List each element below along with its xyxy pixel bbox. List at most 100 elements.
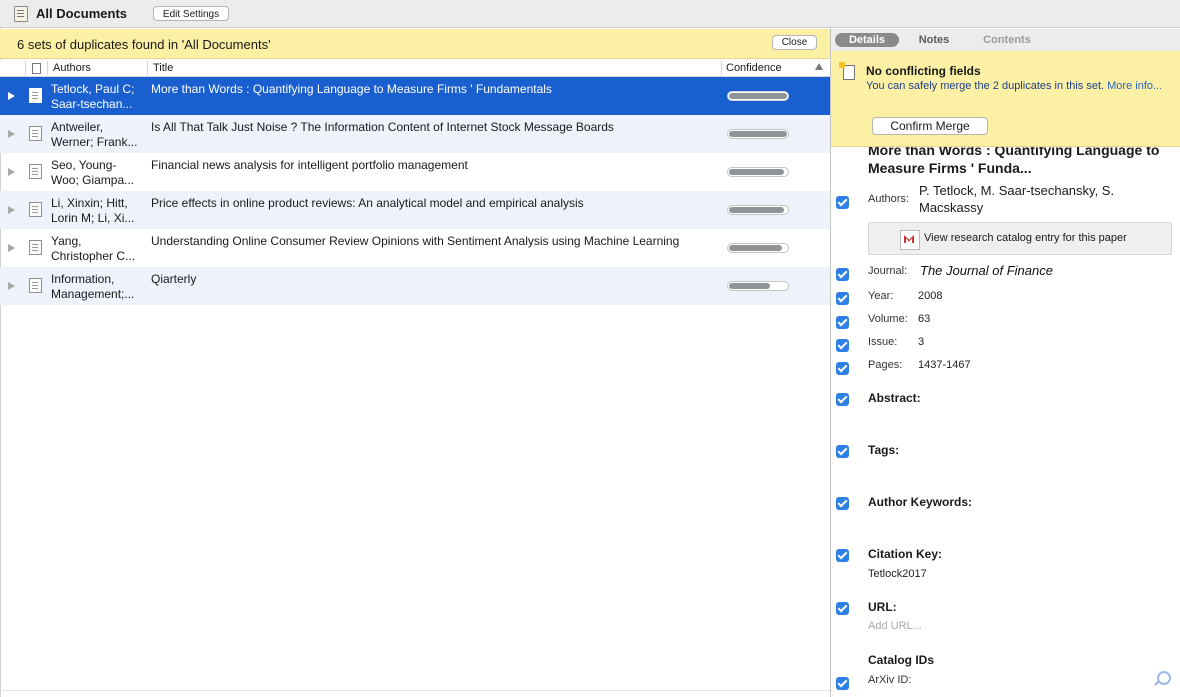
row-title: Understanding Online Consumer Review Opi…: [151, 234, 680, 248]
year-checkbox[interactable]: [836, 292, 849, 305]
confidence-bar: [727, 129, 789, 139]
column-divider: [25, 61, 26, 75]
confidence-bar: [727, 91, 789, 101]
authors-value[interactable]: P. Tetlock, M. Saar-tsechansky, S. Macsk…: [919, 182, 1169, 216]
row-title: Financial news analysis for intelligent …: [151, 158, 468, 172]
journal-checkbox[interactable]: [836, 268, 849, 281]
citation-key-value[interactable]: Tetlock2017: [868, 568, 927, 580]
url-label: URL:: [868, 600, 897, 614]
disclosure-triangle-icon[interactable]: [8, 206, 15, 214]
journal-value[interactable]: The Journal of Finance: [920, 263, 1053, 278]
table-row[interactable]: Antweiler, Werner; Frank... Is All That T…: [0, 115, 831, 153]
pages-checkbox[interactable]: [836, 362, 849, 375]
authors-checkbox[interactable]: [836, 196, 849, 209]
confidence-fill: [729, 283, 770, 289]
document-icon: [29, 164, 42, 179]
pages-value[interactable]: 1437-1467: [918, 359, 971, 371]
confidence-fill: [729, 207, 784, 213]
details-panel: More than Words : Quantifying Language t…: [831, 147, 1180, 697]
row-title: Is All That Talk Just Noise ? The Inform…: [151, 120, 614, 134]
document-icon: [29, 88, 42, 103]
document-icon: [29, 126, 42, 141]
edit-settings-button[interactable]: Edit Settings: [153, 6, 229, 21]
table-row[interactable]: Seo, Young- Woo; Giampa... Financial news…: [0, 153, 831, 191]
mendeley-icon: [900, 230, 920, 250]
detail-tabs: Details Notes Contents: [831, 29, 1180, 51]
confidence-bar: [727, 281, 789, 291]
row-title: Qiarterly: [151, 272, 197, 286]
issue-checkbox[interactable]: [836, 339, 849, 352]
table-row[interactable]: Information, Management;... Qiarterly: [0, 267, 831, 305]
tab-details[interactable]: Details: [835, 33, 899, 47]
note-icon: [839, 62, 855, 80]
confidence-bar: [727, 205, 789, 215]
arxiv-checkbox[interactable]: [836, 677, 849, 690]
page-title: All Documents: [36, 6, 128, 21]
tab-notes[interactable]: Notes: [909, 33, 959, 47]
catalog-entry-button[interactable]: View research catalog entry for this pap…: [868, 222, 1172, 255]
authors-label: Authors:: [868, 193, 909, 205]
paper-title[interactable]: More than Words : Quantifying Language t…: [868, 147, 1168, 177]
column-header-authors[interactable]: Authors: [53, 62, 91, 74]
document-type-icon[interactable]: [32, 63, 41, 74]
column-divider: [147, 61, 148, 75]
row-authors: Yang, Christopher C...: [51, 234, 136, 263]
year-value[interactable]: 2008: [918, 290, 942, 302]
pages-label: Pages:: [868, 359, 903, 371]
documents-icon: [14, 6, 28, 22]
search-icon[interactable]: [1157, 671, 1171, 685]
disclosure-triangle-icon[interactable]: [8, 130, 15, 138]
document-icon: [29, 202, 42, 217]
url-input[interactable]: Add URL...: [868, 620, 922, 632]
table-row[interactable]: Yang, Christopher C... Understanding Onli…: [0, 229, 831, 267]
notice-body: You can safely merge the 2 duplicates in…: [866, 80, 1163, 92]
disclosure-triangle-icon[interactable]: [8, 168, 15, 176]
confidence-fill: [729, 93, 787, 99]
duplicates-message: 6 sets of duplicates found in 'All Docum…: [17, 37, 271, 52]
column-header-title[interactable]: Title: [153, 62, 173, 74]
volume-value[interactable]: 63: [918, 313, 930, 325]
abstract-label: Abstract:: [868, 391, 921, 405]
confirm-merge-button[interactable]: Confirm Merge: [872, 117, 988, 135]
disclosure-triangle-icon[interactable]: [8, 244, 15, 252]
tags-checkbox[interactable]: [836, 445, 849, 458]
catalog-ids-label: Catalog IDs: [868, 653, 935, 667]
year-label: Year:: [868, 290, 894, 302]
row-authors: Li, Xinxin; Hitt, Lorin M; Li, Xi...: [51, 196, 135, 225]
citation-key-checkbox[interactable]: [836, 549, 849, 562]
row-authors: Tetlock, Paul C; Saar-tsechan...: [51, 82, 135, 111]
disclosure-triangle-icon[interactable]: [8, 282, 15, 290]
document-icon: [29, 278, 42, 293]
citation-key-label: Citation Key:: [868, 547, 943, 561]
table-row[interactable]: Tetlock, Paul C; Saar-tsechan... More tha…: [0, 77, 831, 115]
abstract-checkbox[interactable]: [836, 393, 849, 406]
notice-title: No conflicting fields: [866, 64, 981, 78]
volume-checkbox[interactable]: [836, 316, 849, 329]
author-keywords-label: Author Keywords:: [868, 495, 973, 509]
duplicates-table: Tetlock, Paul C; Saar-tsechan... More tha…: [0, 77, 831, 697]
confidence-bar: [727, 243, 789, 253]
confidence-fill: [729, 131, 787, 137]
catalog-entry-label: View research catalog entry for this pap…: [924, 232, 1127, 244]
merge-notice: No conflicting fields You can safely mer…: [831, 51, 1180, 147]
issue-label: Issue:: [868, 336, 898, 348]
confidence-bar: [727, 167, 789, 177]
url-checkbox[interactable]: [836, 602, 849, 615]
column-header-confidence[interactable]: Confidence: [726, 62, 782, 74]
toolbar: All Documents Edit Settings: [0, 0, 1180, 28]
column-divider: [47, 61, 48, 75]
row-authors: Seo, Young- Woo; Giampa...: [51, 158, 135, 187]
volume-label: Volume:: [868, 313, 908, 325]
keywords-checkbox[interactable]: [836, 497, 849, 510]
table-row[interactable]: Li, Xinxin; Hitt, Lorin M; Li, Xi... Pric…: [0, 191, 831, 229]
more-info-link[interactable]: More info...: [1107, 80, 1162, 92]
issue-value[interactable]: 3: [918, 336, 924, 348]
tags-label: Tags:: [868, 443, 900, 457]
row-title: More than Words : Quantifying Language t…: [151, 82, 552, 96]
row-title: Price effects in online product reviews:…: [151, 196, 584, 210]
sort-ascending-icon[interactable]: [815, 63, 823, 70]
close-button[interactable]: Close: [772, 35, 817, 50]
disclosure-triangle-icon[interactable]: [8, 92, 15, 100]
tab-contents[interactable]: Contents: [971, 33, 1043, 47]
row-authors: Information, Management;...: [51, 272, 135, 301]
